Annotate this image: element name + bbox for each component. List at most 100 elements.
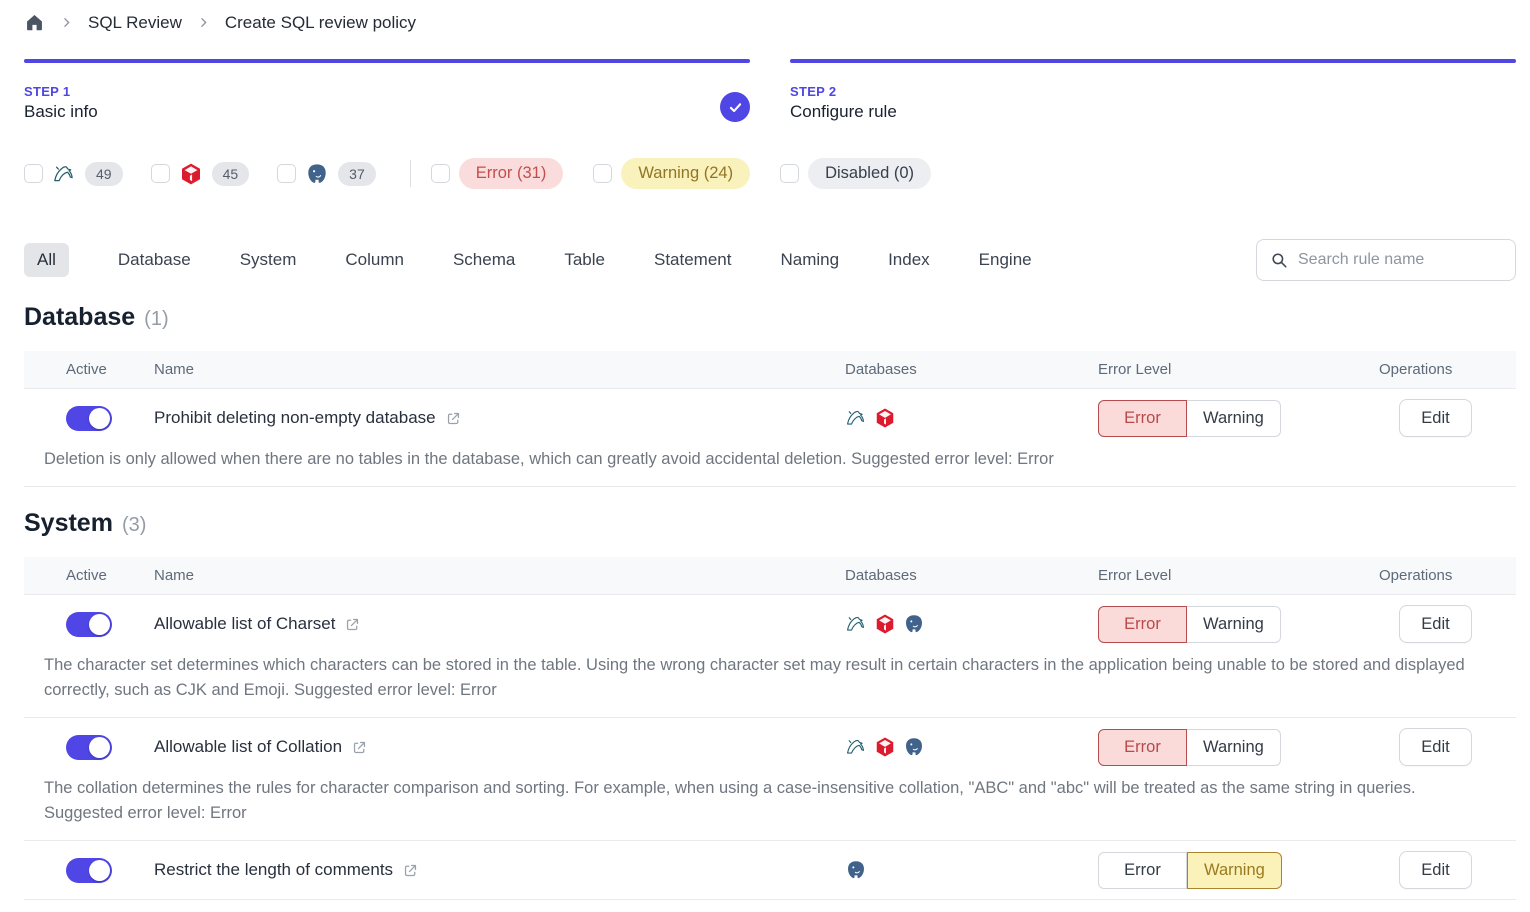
tab-database[interactable]: Database [118, 243, 191, 277]
rule-row-block: Restrict the length of comments Error Wa… [24, 841, 1516, 900]
rule-row: Prohibit deleting non-empty database Err… [24, 389, 1516, 447]
tab-table[interactable]: Table [564, 243, 605, 277]
mysql-icon [52, 162, 76, 186]
rule-count-badge: 49 [85, 162, 123, 186]
rule-row: Allowable list of Collation Error Wa [24, 718, 1516, 776]
level-filter-checkbox[interactable] [593, 164, 612, 183]
engine-filter[interactable]: 45 [151, 162, 250, 186]
column-header-databases: Databases [845, 361, 1098, 378]
step-indicator: STEP 1 Basic info STEP 2 Configure rule [24, 59, 1516, 122]
home-icon[interactable] [24, 12, 45, 33]
edit-button[interactable]: Edit [1399, 728, 1471, 766]
step-1-title: Basic info [24, 102, 750, 122]
filter-divider [410, 160, 411, 187]
level-filter[interactable]: Disabled (0) [780, 158, 931, 189]
engine-filter-checkbox[interactable] [24, 164, 43, 183]
section-title: Database [24, 303, 135, 332]
error-level-group: Error Warning [1098, 729, 1379, 766]
external-link-icon [344, 616, 361, 633]
tab-index[interactable]: Index [888, 243, 930, 277]
rule-active-toggle[interactable] [66, 858, 112, 883]
tab-engine[interactable]: Engine [979, 243, 1032, 277]
rule-section: Database (1) ActiveNameDatabasesError Le… [24, 303, 1516, 487]
warning-level-button[interactable]: Warning [1187, 606, 1281, 643]
tab-schema[interactable]: Schema [453, 243, 515, 277]
postgres-icon [845, 859, 867, 881]
step-2-progress-bar [790, 59, 1516, 63]
tidb-icon [179, 162, 203, 186]
rule-description: Deletion is only allowed when there are … [24, 447, 1516, 486]
engine-filter-checkbox[interactable] [277, 164, 296, 183]
error-level-button[interactable]: Error [1098, 400, 1187, 437]
rule-active-toggle[interactable] [66, 735, 112, 760]
rule-name-link[interactable]: Restrict the length of comments [154, 860, 845, 880]
rule-count-badge: 37 [338, 162, 376, 186]
error-level-button[interactable]: Error [1098, 606, 1187, 643]
section-title: System [24, 509, 113, 538]
error-level-button[interactable]: Error [1098, 729, 1187, 766]
rule-active-toggle[interactable] [66, 406, 112, 431]
section-count: (3) [122, 514, 146, 537]
column-header-error-level: Error Level [1098, 567, 1379, 584]
tab-naming[interactable]: Naming [780, 243, 839, 277]
engine-filter[interactable]: 49 [24, 162, 123, 186]
rule-name-link[interactable]: Prohibit deleting non-empty database [154, 408, 845, 428]
rule-name-link[interactable]: Allowable list of Collation [154, 737, 845, 757]
sections: Database (1) ActiveNameDatabasesError Le… [24, 303, 1516, 900]
warning-filter-pill[interactable]: Warning (24) [621, 158, 750, 189]
column-header-operations: Operations [1379, 361, 1492, 378]
external-link-icon [351, 739, 368, 756]
column-header-name: Name [154, 567, 845, 584]
mysql-icon [845, 613, 867, 635]
search-input[interactable] [1298, 251, 1502, 269]
level-filter[interactable]: Error (31) [431, 158, 564, 189]
edit-button[interactable]: Edit [1399, 851, 1471, 889]
level-filter-checkbox[interactable] [431, 164, 450, 183]
engine-filter[interactable]: 37 [277, 162, 376, 186]
tab-all[interactable]: All [24, 243, 69, 277]
external-link-icon [445, 410, 462, 427]
error-filter-pill[interactable]: Error (31) [459, 158, 564, 189]
edit-button[interactable]: Edit [1399, 399, 1471, 437]
level-filter[interactable]: Warning (24) [593, 158, 750, 189]
chevron-right-icon [197, 16, 210, 29]
step-2: STEP 2 Configure rule [790, 59, 1516, 122]
rule-active-toggle[interactable] [66, 612, 112, 637]
tidb-icon [874, 407, 896, 429]
external-link-icon [402, 862, 419, 879]
column-header-operations: Operations [1379, 567, 1492, 584]
table-header-row: ActiveNameDatabasesError LevelOperations [24, 557, 1516, 595]
engine-filter-checkbox[interactable] [151, 164, 170, 183]
level-filter-checkbox[interactable] [780, 164, 799, 183]
step-1-label: STEP 1 [24, 84, 750, 99]
warning-level-button[interactable]: Warning [1187, 400, 1281, 437]
rule-description: The collation determines the rules for c… [24, 776, 1516, 840]
error-level-button[interactable]: Error [1098, 852, 1187, 889]
tab-system[interactable]: System [240, 243, 297, 277]
rule-databases [845, 736, 1098, 758]
tab-list: All Database System Column Schema Table Statem… [24, 243, 1032, 277]
edit-button[interactable]: Edit [1399, 605, 1471, 643]
rule-name-link[interactable]: Allowable list of Charset [154, 614, 845, 634]
tidb-icon [874, 736, 896, 758]
warning-level-button[interactable]: Warning [1187, 729, 1281, 766]
error-level-group: Error Warning [1098, 852, 1379, 889]
create-sql-review-policy-page: SQL Review Create SQL review policy STEP… [0, 0, 1530, 900]
breadcrumb-sql-review[interactable]: SQL Review [88, 13, 182, 33]
column-header-name: Name [154, 361, 845, 378]
filter-bar: 49 45 37 Error (31) Warning (24) Disable… [24, 158, 1516, 189]
warning-level-button[interactable]: Warning [1187, 852, 1282, 889]
tab-column[interactable]: Column [345, 243, 404, 277]
rule-databases [845, 407, 1098, 429]
rule-name: Restrict the length of comments [154, 860, 393, 880]
rule-row: Restrict the length of comments Error Wa… [24, 841, 1516, 899]
rule-name: Prohibit deleting non-empty database [154, 408, 436, 428]
search-box[interactable] [1256, 239, 1516, 281]
breadcrumb-create-policy: Create SQL review policy [225, 13, 416, 33]
tab-statement[interactable]: Statement [654, 243, 732, 277]
category-tabs-row: All Database System Column Schema Table Statem… [24, 239, 1516, 281]
step-1-progress-bar [24, 59, 750, 63]
rule-row: Allowable list of Charset Error Warn [24, 595, 1516, 653]
disabled-filter-pill[interactable]: Disabled (0) [808, 158, 931, 189]
chevron-right-icon [60, 16, 73, 29]
